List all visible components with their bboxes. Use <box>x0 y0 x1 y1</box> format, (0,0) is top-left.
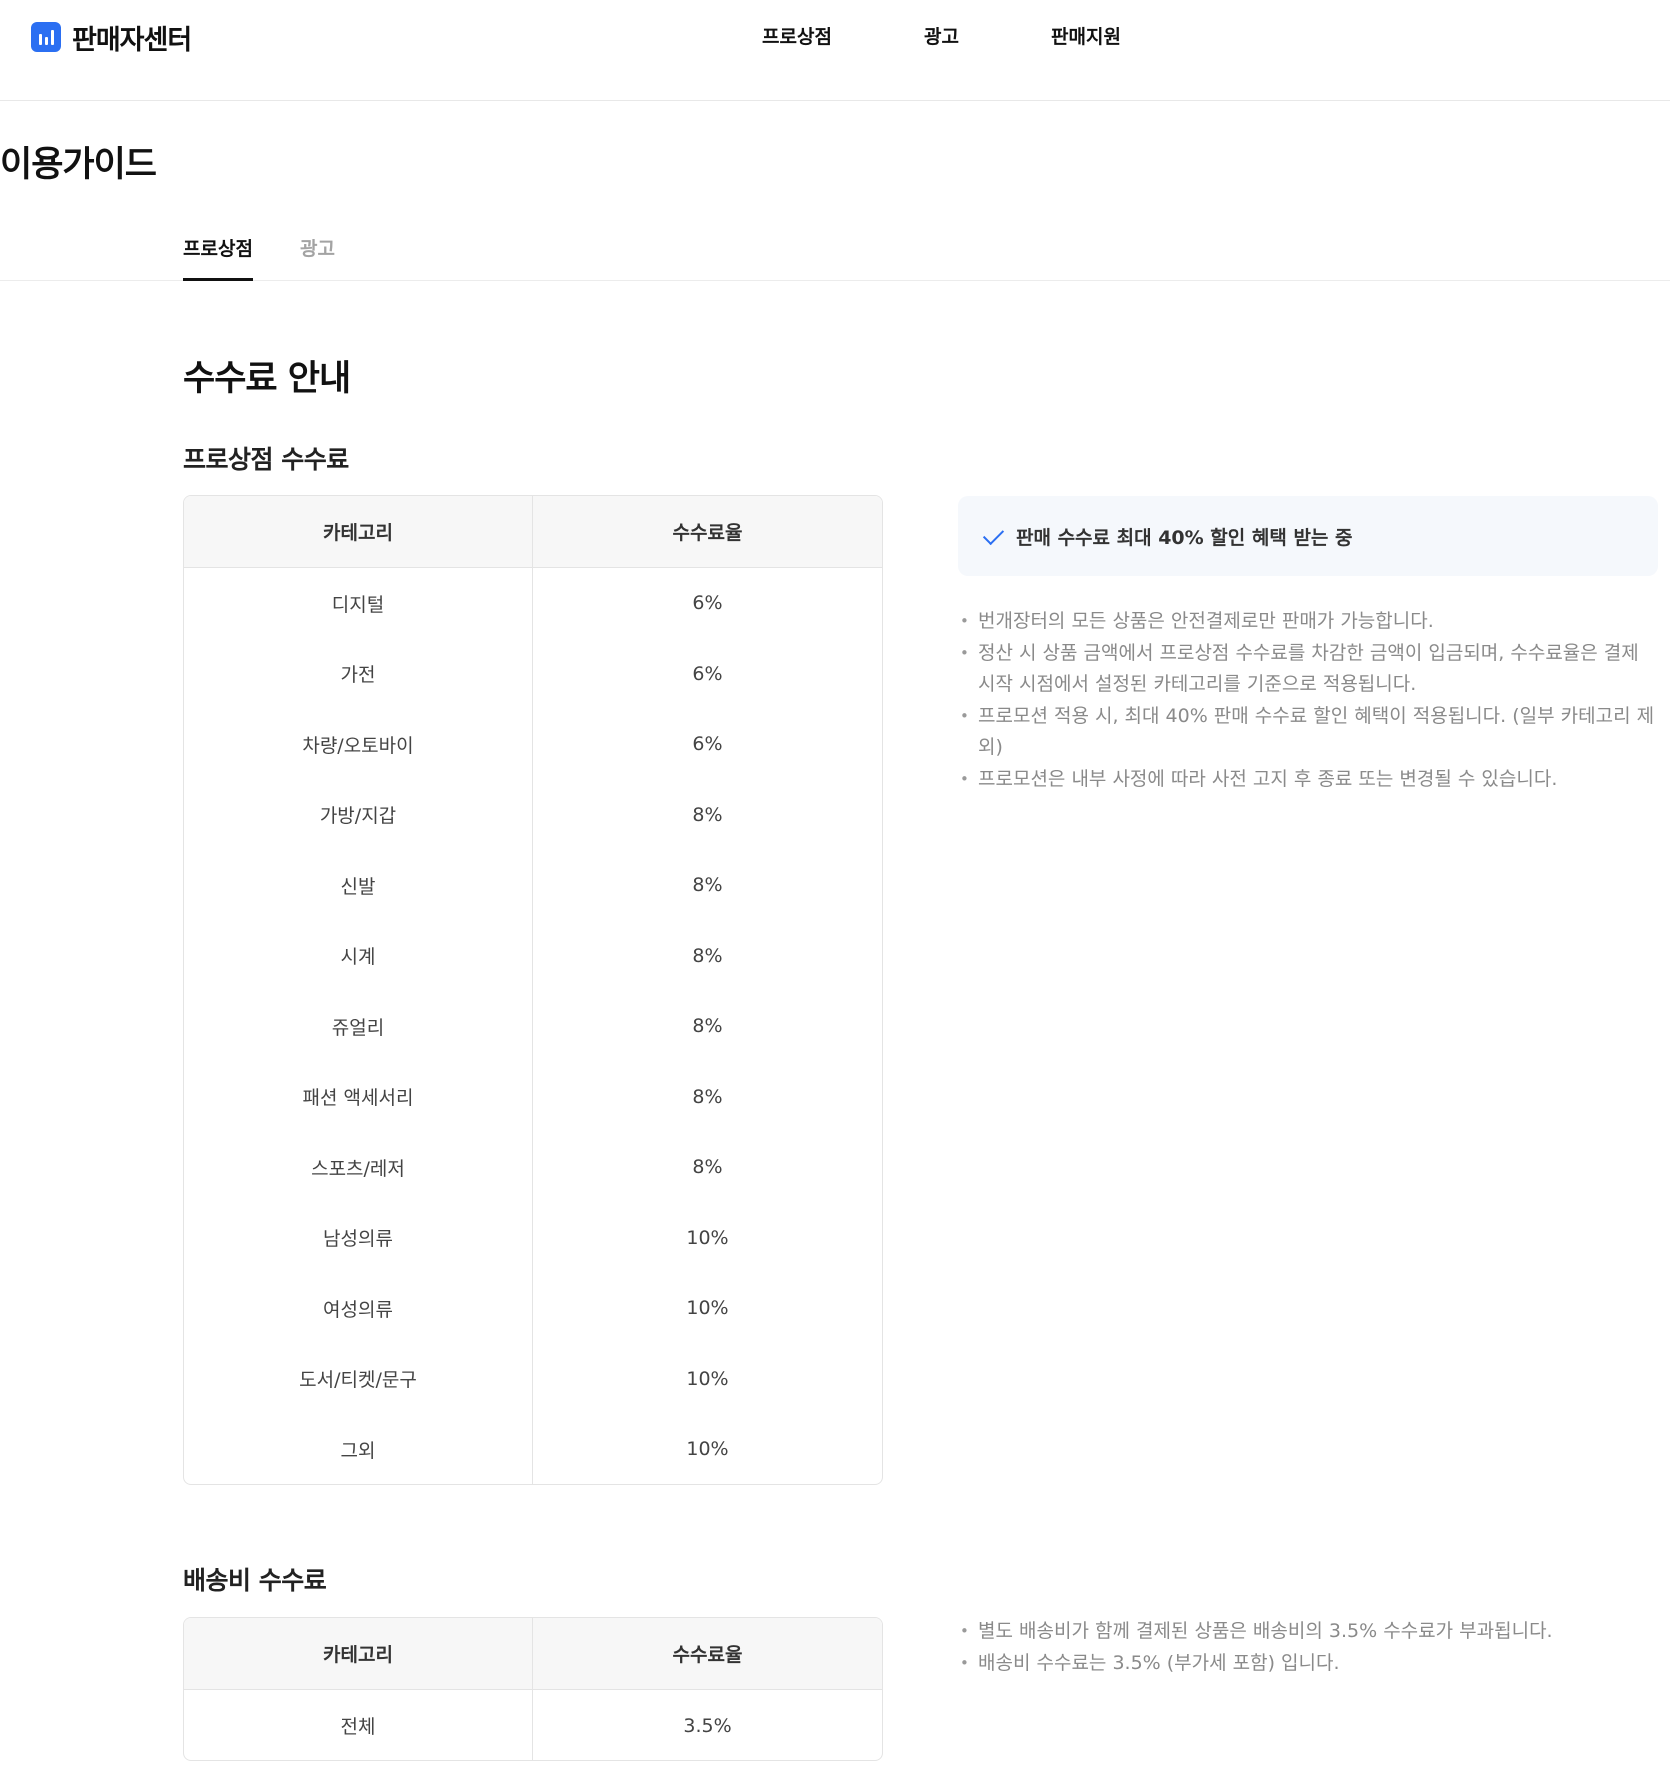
table-row: 디지털 6% <box>184 568 882 639</box>
pro-shop-fee-table: 카테고리 수수료율 디지털 6% 가전 6% 차량/오토바이 6% 가방/지갑 8% 신발 8% 시… <box>183 495 883 1485</box>
table-row: 그외 10% <box>184 1414 882 1484</box>
page-title: 이용가이드 <box>0 145 157 185</box>
table-row: 스포츠/레저 8% <box>184 1132 882 1203</box>
column-header-fee-rate: 수수료율 <box>672 522 743 544</box>
cell-fee-rate: 10% <box>686 1367 729 1390</box>
cell-category: 가방/지갑 <box>184 779 533 850</box>
table-row: 가전 6% <box>184 638 882 709</box>
table-row: 가방/지갑 8% <box>184 779 882 850</box>
check-icon <box>982 523 1008 549</box>
column-header-fee-rate: 수수료율 <box>672 1644 743 1666</box>
table-row: 전체 3.5% <box>184 1690 882 1760</box>
guide-tabs: 프로상점 광고 <box>0 230 1670 281</box>
cell-category: 남성의류 <box>184 1202 533 1273</box>
cell-fee-rate: 8% <box>692 1156 723 1179</box>
table-row: 시계 8% <box>184 920 882 991</box>
cell-category: 쥬얼리 <box>184 991 533 1062</box>
nav-item-pro-shop[interactable]: 프로상점 <box>762 22 832 52</box>
cell-fee-rate: 8% <box>692 874 723 897</box>
top-header: 판매자센터 프로상점 광고 판매지원 <box>0 0 1670 101</box>
cell-fee-rate: 6% <box>692 733 723 756</box>
cell-fee-rate: 6% <box>692 592 723 615</box>
note-item: 배송비 수수료는 3.5% (부가세 포함) 입니다. <box>958 1648 1658 1680</box>
column-header-category: 카테고리 <box>184 496 533 567</box>
cell-fee-rate: 10% <box>686 1297 729 1320</box>
table-body: 전체 3.5% <box>184 1690 882 1760</box>
shipping-fee-notes: 별도 배송비가 함께 결제된 상품은 배송비의 3.5% 수수료가 부과됩니다.… <box>958 1616 1658 1679</box>
pro-shop-fee-notes: 번개장터의 모든 상품은 안전결제로만 판매가 가능합니다. 정산 시 상품 금… <box>958 606 1658 795</box>
cell-category: 전체 <box>184 1690 533 1760</box>
tab-pro-shop[interactable]: 프로상점 <box>183 234 253 281</box>
section-title-fee-guide: 수수료 안내 <box>183 359 351 399</box>
cell-category: 신발 <box>184 850 533 921</box>
table-body: 디지털 6% 가전 6% 차량/오토바이 6% 가방/지갑 8% 신발 8% 시계 8% 쥬얼리 8% 패션… <box>184 568 882 1484</box>
note-item: 별도 배송비가 함께 결제된 상품은 배송비의 3.5% 수수료가 부과됩니다. <box>958 1616 1658 1648</box>
table-header: 카테고리 수수료율 <box>184 496 882 568</box>
table-row: 신발 8% <box>184 850 882 921</box>
cell-category: 차량/오토바이 <box>184 709 533 780</box>
note-item: 프로모션 적용 시, 최대 40% 판매 수수료 할인 혜택이 적용됩니다. (… <box>958 701 1658 764</box>
nav-item-ads[interactable]: 광고 <box>924 22 959 52</box>
cell-category: 가전 <box>184 638 533 709</box>
promo-banner: 판매 수수료 최대 40% 할인 혜택 받는 중 <box>958 496 1658 576</box>
cell-fee-rate: 10% <box>686 1226 729 1249</box>
nav-item-seller-support[interactable]: 판매지원 <box>1051 22 1121 52</box>
table-row: 차량/오토바이 6% <box>184 709 882 780</box>
cell-category: 여성의류 <box>184 1273 533 1344</box>
table-row: 쥬얼리 8% <box>184 991 882 1062</box>
cell-fee-rate: 6% <box>692 662 723 685</box>
note-item: 정산 시 상품 금액에서 프로상점 수수료를 차감한 금액이 입금되며, 수수료… <box>958 638 1658 701</box>
cell-category: 시계 <box>184 920 533 991</box>
cell-fee-rate: 10% <box>686 1438 729 1461</box>
table-row: 도서/티켓/문구 10% <box>184 1343 882 1414</box>
section-title-pro-shop-fee: 프로상점 수수료 <box>183 445 349 474</box>
cell-category: 스포츠/레저 <box>184 1132 533 1203</box>
column-header-category: 카테고리 <box>184 1618 533 1689</box>
table-row: 여성의류 10% <box>184 1273 882 1344</box>
cell-category: 도서/티켓/문구 <box>184 1343 533 1414</box>
promo-banner-text: 판매 수수료 최대 40% 할인 혜택 받는 중 <box>1016 526 1353 549</box>
note-item: 번개장터의 모든 상품은 안전결제로만 판매가 가능합니다. <box>958 606 1658 638</box>
cell-fee-rate: 8% <box>692 1015 723 1038</box>
cell-fee-rate: 8% <box>692 944 723 967</box>
cell-fee-rate: 8% <box>692 1085 723 1108</box>
cell-fee-rate: 8% <box>692 803 723 826</box>
tab-ads[interactable]: 광고 <box>300 234 335 281</box>
section-title-shipping-fee: 배송비 수수료 <box>183 1566 327 1595</box>
table-header: 카테고리 수수료율 <box>184 1618 882 1690</box>
cell-category: 디지털 <box>184 568 533 639</box>
cell-fee-rate: 3.5% <box>683 1714 732 1737</box>
cell-category: 패션 액세서리 <box>184 1061 533 1132</box>
cell-category: 그외 <box>184 1414 533 1484</box>
note-item: 프로모션은 내부 사정에 따라 사전 고지 후 종료 또는 변경될 수 있습니다… <box>958 764 1658 796</box>
table-row: 패션 액세서리 8% <box>184 1061 882 1132</box>
shipping-fee-table: 카테고리 수수료율 전체 3.5% <box>183 1617 883 1761</box>
main-nav: 프로상점 광고 판매지원 <box>0 22 1670 52</box>
table-row: 남성의류 10% <box>184 1202 882 1273</box>
